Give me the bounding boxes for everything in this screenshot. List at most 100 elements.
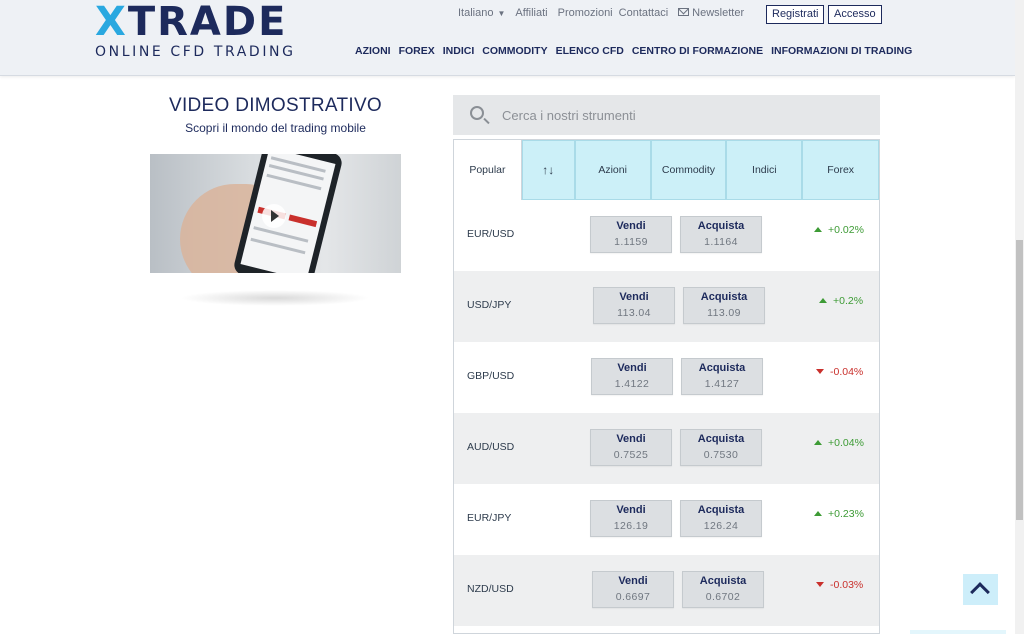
caret-down-icon: ▼ xyxy=(497,9,506,18)
change-value: -0.03% xyxy=(830,579,864,591)
buy-price: 126.24 xyxy=(703,520,739,532)
buy-price: 0.7530 xyxy=(703,449,739,461)
instrument-list: EUR/USD Vendi 1.1159 Acquista 1.1164 +0.02… xyxy=(454,200,879,626)
change-value: +0.23% xyxy=(828,508,864,520)
instrument-pair: AUD/USD xyxy=(467,441,515,453)
tab-azioni[interactable]: Azioni xyxy=(574,140,651,200)
sell-label: Vendi xyxy=(619,291,649,303)
buy-button[interactable]: Acquista 0.7530 xyxy=(680,429,762,466)
buy-price: 113.09 xyxy=(707,307,741,319)
nav-commodity[interactable]: COMMODITY xyxy=(482,45,547,57)
buy-price: 1.1164 xyxy=(704,236,738,248)
instrument-row: EUR/USD Vendi 1.1159 Acquista 1.1164 +0.02… xyxy=(454,200,879,271)
scrollbar-thumb[interactable] xyxy=(1016,240,1023,520)
mail-icon xyxy=(678,8,690,16)
instrument-row: NZD/USD Vendi 0.6697 Acquista 0.6702 -0.03… xyxy=(454,555,879,626)
nav-centro-formazione[interactable]: CENTRO DI FORMAZIONE xyxy=(632,45,763,57)
instrument-pair: GBP/USD xyxy=(467,370,515,382)
nav-indici[interactable]: INDICI xyxy=(443,45,475,57)
tab-commodity[interactable]: Commodity xyxy=(650,140,727,200)
link-contattaci[interactable]: Contattaci xyxy=(619,7,669,19)
search-icon xyxy=(470,106,484,120)
sell-button[interactable]: Vendi 0.7525 xyxy=(590,429,672,466)
change-value: +0.02% xyxy=(828,224,864,236)
bottom-widget-edge xyxy=(910,630,1006,634)
login-button[interactable]: Accesso xyxy=(828,5,882,24)
nav-forex[interactable]: FOREX xyxy=(399,45,435,57)
link-newsletter[interactable]: Newsletter xyxy=(678,7,744,19)
sell-label: Vendi xyxy=(617,362,647,374)
language-selector[interactable]: Italiano ▼ xyxy=(458,7,505,19)
buy-label: Acquista xyxy=(699,575,747,587)
instrument-row: GBP/USD Vendi 1.4122 Acquista 1.4127 -0.04… xyxy=(454,342,879,413)
language-label: Italiano xyxy=(458,7,494,19)
instrument-row: AUD/USD Vendi 0.7525 Acquista 0.7530 +0.04… xyxy=(454,413,879,484)
arrow-down-icon xyxy=(816,582,824,587)
price-change: +0.23% xyxy=(814,508,864,520)
sell-price: 1.1159 xyxy=(614,236,648,248)
sell-label: Vendi xyxy=(616,220,646,232)
video-title: VIDEO DIMOSTRATIVO xyxy=(168,95,382,116)
play-icon[interactable] xyxy=(262,204,286,228)
buy-price: 1.4127 xyxy=(704,378,740,390)
price-change: -0.04% xyxy=(816,366,863,378)
buy-price: 0.6702 xyxy=(705,591,741,603)
arrow-up-icon xyxy=(819,298,827,303)
tab-indici[interactable]: Indici xyxy=(726,140,803,200)
link-affiliati[interactable]: Affiliati xyxy=(515,7,547,19)
arrow-up-icon xyxy=(814,511,822,516)
logo-trade: TRADE xyxy=(127,0,288,45)
instrument-pair: NZD/USD xyxy=(467,583,514,595)
logo[interactable]: XTRADE ONLINE CFD TRADING xyxy=(95,2,296,60)
buy-label: Acquista xyxy=(698,362,746,374)
price-change: +0.02% xyxy=(814,224,864,236)
buy-button[interactable]: Acquista 1.1164 xyxy=(680,216,762,253)
tab-forex[interactable]: Forex xyxy=(802,140,880,200)
sell-button[interactable]: Vendi 113.04 xyxy=(593,287,675,324)
buy-label: Acquista xyxy=(697,504,745,516)
price-change: -0.03% xyxy=(816,579,863,591)
search-input[interactable] xyxy=(502,105,862,125)
logo-tagline: ONLINE CFD TRADING xyxy=(95,44,296,60)
change-value: +0.2% xyxy=(833,295,864,307)
price-change: +0.2% xyxy=(819,295,863,307)
sell-price: 126.19 xyxy=(613,520,649,532)
sell-button[interactable]: Vendi 1.4122 xyxy=(591,358,673,395)
tab-sort[interactable]: ↑↓ xyxy=(521,140,575,200)
back-to-top-button[interactable] xyxy=(963,574,998,605)
register-button[interactable]: Registrati xyxy=(766,5,825,24)
logo-wordmark: XTRADE xyxy=(95,2,296,42)
video-thumbnail[interactable] xyxy=(150,154,401,273)
instrument-pair: USD/JPY xyxy=(467,299,512,311)
instrument-row: EUR/JPY Vendi 126.19 Acquista 126.24 +0.23… xyxy=(454,484,879,555)
nav-azioni[interactable]: AZIONI xyxy=(355,45,391,57)
phone-screen xyxy=(240,154,336,273)
buy-button[interactable]: Acquista 113.09 xyxy=(683,287,765,324)
main-nav: AZIONI FOREX INDICI COMMODITY ELENCO CFD… xyxy=(355,45,920,57)
sell-price: 0.6697 xyxy=(615,591,651,603)
instrument-pair: EUR/JPY xyxy=(467,512,512,524)
sell-price: 1.4122 xyxy=(614,378,650,390)
video-subtitle: Scopri il mondo del trading mobile xyxy=(185,121,366,135)
nav-informazioni-trading[interactable]: INFORMAZIONI DI TRADING xyxy=(771,45,912,57)
change-value: +0.04% xyxy=(828,437,864,449)
sell-button[interactable]: Vendi 0.6697 xyxy=(592,571,674,608)
buy-button[interactable]: Acquista 0.6702 xyxy=(682,571,764,608)
arrow-up-icon xyxy=(814,227,822,232)
instrument-pair: EUR/USD xyxy=(467,228,515,240)
sell-button[interactable]: Vendi 1.1159 xyxy=(590,216,672,253)
buy-button[interactable]: Acquista 126.24 xyxy=(680,500,762,537)
buy-label: Acquista xyxy=(697,433,745,445)
sell-price: 0.7525 xyxy=(613,449,649,461)
page-scrollbar[interactable] xyxy=(1015,0,1024,634)
nav-elenco-cfd[interactable]: ELENCO CFD xyxy=(556,45,624,57)
sell-button[interactable]: Vendi 126.19 xyxy=(590,500,672,537)
sell-label: Vendi xyxy=(616,504,646,516)
buy-button[interactable]: Acquista 1.4127 xyxy=(681,358,763,395)
instrument-tabs: Popular ↑↓ Azioni Commodity Indici Forex xyxy=(454,140,880,200)
instruments-panel: Popular ↑↓ Azioni Commodity Indici Forex… xyxy=(453,139,880,634)
sell-price: 113.04 xyxy=(617,307,651,319)
arrow-down-icon xyxy=(816,369,824,374)
tab-popular[interactable]: Popular xyxy=(454,140,522,200)
link-promozioni[interactable]: Promozioni xyxy=(558,7,613,19)
